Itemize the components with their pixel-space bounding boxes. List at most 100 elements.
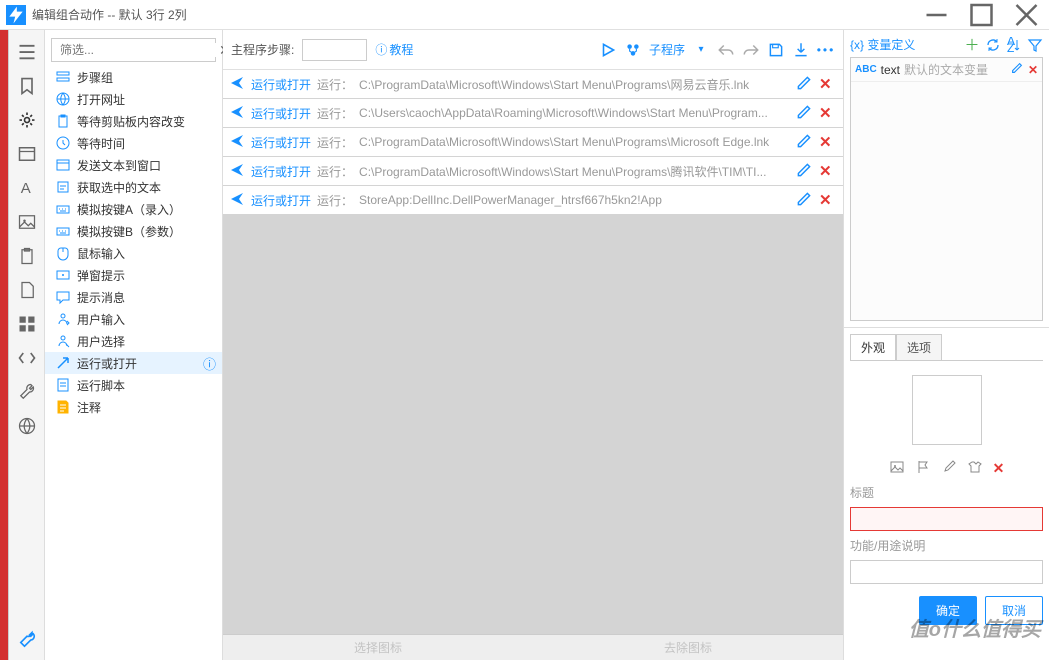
add-variable-icon[interactable]: ＋ bbox=[964, 37, 980, 53]
window-icon[interactable] bbox=[17, 144, 37, 164]
palette-item-label: 运行或打开 bbox=[77, 355, 197, 372]
palette-item[interactable]: 弹窗提示 bbox=[45, 264, 222, 286]
info-icon[interactable]: ⓘ bbox=[203, 354, 216, 373]
tutorial-link[interactable]: ⓘ 教程 bbox=[375, 41, 413, 58]
title-label: 标题 bbox=[850, 484, 1043, 501]
minimize-button[interactable] bbox=[914, 0, 959, 30]
palette-item[interactable]: 打开网址 bbox=[45, 88, 222, 110]
delete-step-icon[interactable]: ✕ bbox=[819, 75, 837, 93]
palette-item[interactable]: 步骤组 bbox=[45, 66, 222, 88]
chevron-down-icon[interactable]: ▾ bbox=[692, 41, 710, 59]
sub-program-label[interactable]: 子程序 bbox=[649, 41, 685, 58]
gear-icon[interactable] bbox=[17, 110, 37, 130]
svg-text:A: A bbox=[20, 180, 30, 197]
remove-icon[interactable]: ✕ bbox=[993, 460, 1005, 477]
palette-item[interactable]: 模拟按键B（参数） bbox=[45, 220, 222, 242]
step-path: C:\ProgramData\Microsoft\Windows\Start M… bbox=[359, 76, 789, 93]
shirt-icon[interactable] bbox=[967, 459, 983, 478]
palette-item[interactable]: 发送文本到窗口 bbox=[45, 154, 222, 176]
globe-icon[interactable] bbox=[17, 416, 37, 436]
refresh-icon[interactable] bbox=[985, 37, 1001, 53]
palette-item-label: 提示消息 bbox=[77, 289, 216, 306]
palette-item[interactable]: 运行脚本 bbox=[45, 374, 222, 396]
clipboard-icon[interactable] bbox=[17, 246, 37, 266]
palette-item[interactable]: 等待时间 bbox=[45, 132, 222, 154]
list-icon[interactable] bbox=[17, 42, 37, 62]
wrench-icon[interactable] bbox=[17, 630, 37, 650]
tool-icon[interactable] bbox=[17, 382, 37, 402]
sort-icon[interactable]: AZ bbox=[1006, 37, 1022, 53]
palette-item-label: 模拟按键B（参数） bbox=[77, 223, 216, 240]
steps-input[interactable] bbox=[302, 39, 367, 61]
flag-icon[interactable] bbox=[915, 459, 931, 478]
delete-step-icon[interactable]: ✕ bbox=[819, 191, 837, 209]
sub-program-icon[interactable] bbox=[624, 41, 642, 59]
cancel-button[interactable]: 取消 bbox=[985, 596, 1043, 625]
undo-icon[interactable] bbox=[717, 41, 735, 59]
palette-item-label: 模拟按键A（录入） bbox=[77, 201, 216, 218]
palette-item[interactable]: 用户选择 bbox=[45, 330, 222, 352]
pick-image-icon[interactable] bbox=[889, 459, 905, 478]
delete-step-icon[interactable]: ✕ bbox=[819, 133, 837, 151]
send-icon bbox=[229, 104, 245, 123]
palette-item[interactable]: 获取选中的文本 bbox=[45, 176, 222, 198]
filter-input[interactable] bbox=[56, 43, 219, 57]
palette-item-label: 运行脚本 bbox=[77, 377, 216, 394]
palette-item[interactable]: 等待剪贴板内容改变 bbox=[45, 110, 222, 132]
tab-options[interactable]: 选项 bbox=[896, 334, 942, 360]
palette-item[interactable]: 注释 bbox=[45, 396, 222, 418]
left-edge-accent bbox=[0, 30, 9, 660]
more-icon[interactable]: ••• bbox=[817, 41, 835, 59]
step-path: C:\ProgramData\Microsoft\Windows\Start M… bbox=[359, 163, 789, 180]
palette-item-label: 弹窗提示 bbox=[77, 267, 216, 284]
redo-icon[interactable] bbox=[742, 41, 760, 59]
maximize-button[interactable] bbox=[959, 0, 1004, 30]
step-row[interactable]: 运行或打开 运行： C:\ProgramData\Microsoft\Windo… bbox=[223, 70, 843, 98]
desc-input[interactable] bbox=[850, 560, 1043, 584]
bookmark-icon[interactable] bbox=[17, 76, 37, 96]
delete-var-icon[interactable]: ✕ bbox=[1028, 63, 1038, 77]
export-icon[interactable] bbox=[792, 41, 810, 59]
windows-icon[interactable] bbox=[17, 314, 37, 334]
palette-item[interactable]: 提示消息 bbox=[45, 286, 222, 308]
edit-step-icon[interactable] bbox=[795, 161, 813, 182]
step-name: 运行或打开 bbox=[251, 163, 311, 180]
palette-item[interactable]: 用户输入 bbox=[45, 308, 222, 330]
palette-item[interactable]: 鼠标输入 bbox=[45, 242, 222, 264]
step-path: StoreApp:DellInc.DellPowerManager_htrsf6… bbox=[359, 193, 789, 207]
file-icon[interactable] bbox=[17, 280, 37, 300]
step-row[interactable]: 运行或打开 运行： C:\Users\caoch\AppData\Roaming… bbox=[223, 99, 843, 127]
edit-step-icon[interactable] bbox=[795, 190, 813, 211]
text-icon[interactable]: A bbox=[17, 178, 37, 198]
delete-step-icon[interactable]: ✕ bbox=[819, 162, 837, 180]
ok-button[interactable]: 确定 bbox=[919, 596, 977, 625]
appearance-panel: 外观 选项 ✕ 标题 功能/用途说明 确定 取消 值o什么值得买 bbox=[844, 328, 1049, 660]
palette-item-label: 注释 bbox=[77, 399, 216, 416]
filter-icon[interactable] bbox=[1027, 37, 1043, 53]
edit-var-icon[interactable] bbox=[1010, 61, 1024, 78]
popup-icon bbox=[55, 267, 71, 283]
code-icon[interactable] bbox=[17, 348, 37, 368]
image-icon[interactable] bbox=[17, 212, 37, 232]
palette-item[interactable]: 运行或打开 ⓘ bbox=[45, 352, 222, 374]
play-icon[interactable] bbox=[599, 41, 617, 59]
close-button[interactable] bbox=[1004, 0, 1049, 30]
right-panel: {x} 变量定义 ＋ AZ ABC text 默认的文本变量 ✕ 外观 选项 ✕ bbox=[844, 30, 1049, 660]
step-row[interactable]: 运行或打开 运行： StoreApp:DellInc.DellPowerMana… bbox=[223, 186, 843, 214]
edit-step-icon[interactable] bbox=[795, 74, 813, 95]
save-icon[interactable] bbox=[767, 41, 785, 59]
tab-appearance[interactable]: 外观 bbox=[850, 334, 896, 360]
eyedropper-icon[interactable] bbox=[941, 459, 957, 478]
step-row[interactable]: 运行或打开 运行： C:\ProgramData\Microsoft\Windo… bbox=[223, 128, 843, 156]
wait-icon bbox=[55, 135, 71, 151]
delete-step-icon[interactable]: ✕ bbox=[819, 104, 837, 122]
title-input[interactable] bbox=[850, 507, 1043, 531]
variable-row[interactable]: ABC text 默认的文本变量 ✕ bbox=[851, 58, 1042, 82]
edit-step-icon[interactable] bbox=[795, 132, 813, 153]
icon-preview bbox=[912, 375, 982, 445]
edit-step-icon[interactable] bbox=[795, 103, 813, 124]
step-row[interactable]: 运行或打开 运行： C:\ProgramData\Microsoft\Windo… bbox=[223, 157, 843, 185]
palette-item[interactable]: 模拟按键A（录入） bbox=[45, 198, 222, 220]
step-action-label: 运行： bbox=[317, 76, 353, 93]
user-select-icon bbox=[55, 333, 71, 349]
